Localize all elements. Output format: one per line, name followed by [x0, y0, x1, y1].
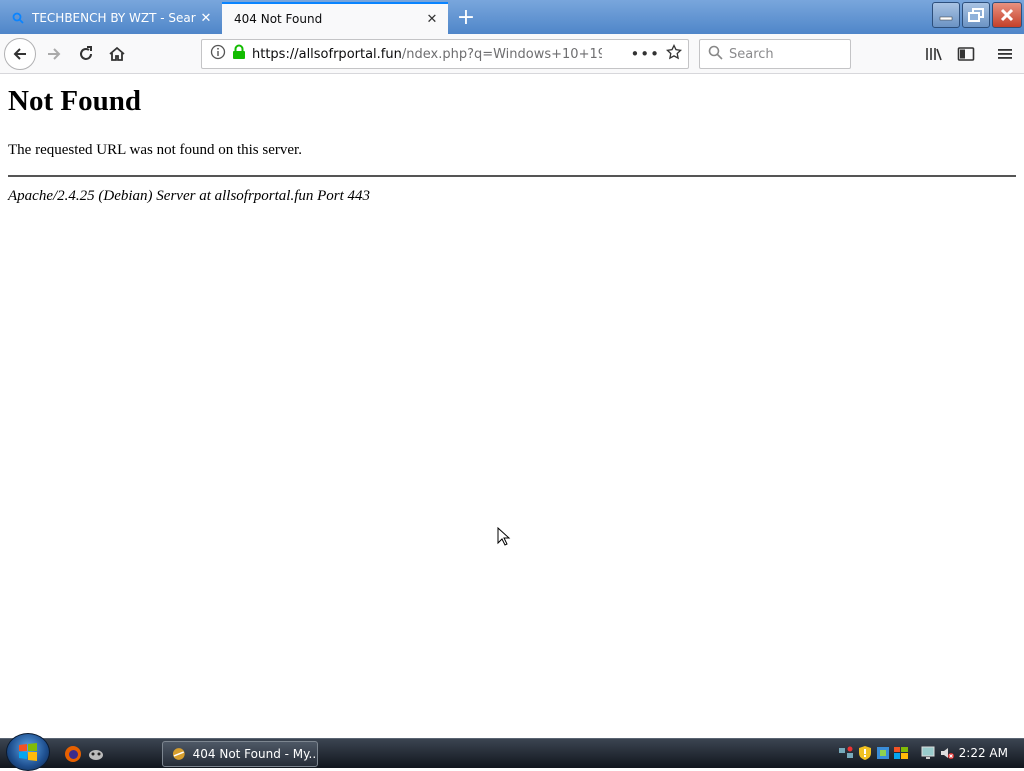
tab-strip: TECHBENCH BY WZT - Search ✕ 404 Not Foun… — [0, 0, 1024, 34]
page-heading: Not Found — [8, 85, 141, 117]
url-text[interactable]: https://allsofrportal.fun/ndex.php?q=Win… — [252, 47, 602, 62]
security-shield-icon[interactable] — [857, 745, 873, 761]
hamburger-menu-icon — [998, 49, 1012, 59]
reload-button[interactable] — [70, 38, 102, 70]
forward-button[interactable] — [38, 38, 70, 70]
arrow-right-icon — [48, 48, 61, 60]
library-button[interactable] — [918, 38, 950, 70]
tab-techbench-search[interactable]: TECHBENCH BY WZT - Search ✕ — [0, 2, 222, 34]
restore-icon — [968, 8, 984, 22]
menu-button[interactable] — [989, 38, 1021, 70]
taskbar-window-button[interactable]: 404 Not Found - My... — [162, 741, 318, 767]
minimize-icon — [939, 16, 953, 21]
taskbar-window-label: 404 Not Found - My... — [192, 747, 317, 761]
tab-404-not-found[interactable]: 404 Not Found ✕ — [222, 2, 448, 34]
minimize-button[interactable] — [932, 2, 960, 28]
divider — [8, 175, 1016, 177]
restore-button[interactable] — [962, 2, 990, 28]
close-window-button[interactable] — [992, 2, 1022, 28]
sidebar-icon — [957, 47, 975, 61]
home-button[interactable] — [101, 38, 133, 70]
error-message: The requested URL was not found on this … — [8, 142, 302, 158]
search-icon — [708, 45, 723, 64]
arrow-left-icon — [13, 48, 26, 60]
window-controls — [932, 2, 1022, 28]
network-monitor-icon[interactable] — [920, 745, 936, 761]
start-button[interactable] — [6, 733, 50, 771]
windows-logo-icon — [19, 743, 37, 761]
lock-icon[interactable] — [232, 44, 246, 64]
page-actions-icon[interactable]: ••• — [630, 45, 660, 63]
tab-title: TECHBENCH BY WZT - Search — [32, 11, 196, 25]
network-tray-icon[interactable] — [838, 745, 854, 761]
info-icon[interactable] — [210, 44, 226, 64]
taskbar: 404 Not Found - My... 2:22 AM — [0, 733, 1024, 771]
url-domain: https://allsofrportal.fun — [252, 46, 402, 62]
reload-icon — [80, 46, 92, 60]
close-tab-icon[interactable]: ✕ — [196, 8, 216, 28]
back-button[interactable] — [4, 38, 36, 70]
mouse-cursor-icon — [497, 526, 511, 551]
url-path: /ndex.php?q=Windows+10+1909 — [401, 46, 602, 62]
navigation-toolbar: https://allsofrportal.fun/ndex.php?q=Win… — [0, 34, 1024, 74]
sidebar-button[interactable] — [950, 38, 982, 70]
close-icon — [1000, 8, 1014, 22]
url-bar[interactable]: https://allsofrportal.fun/ndex.php?q=Win… — [201, 39, 689, 69]
app-quicklaunch-icon[interactable] — [86, 744, 106, 764]
clock[interactable]: 2:22 AM — [959, 746, 1008, 760]
home-icon — [109, 46, 125, 61]
library-icon — [926, 48, 942, 61]
close-tab-icon[interactable]: ✕ — [422, 9, 442, 29]
server-signature: Apache/2.4.25 (Debian) Server at allsofr… — [8, 188, 371, 204]
search-icon — [10, 10, 26, 26]
firefox-quicklaunch-icon[interactable] — [63, 744, 83, 764]
tab-title: 404 Not Found — [234, 12, 323, 26]
update-tray-icon[interactable] — [875, 745, 891, 761]
search-bar[interactable] — [699, 39, 851, 69]
window-app-icon — [172, 748, 185, 760]
windows-flag-tray-icon[interactable] — [893, 745, 909, 761]
volume-muted-icon[interactable] — [939, 745, 955, 761]
new-tab-button[interactable]: + — [452, 4, 480, 30]
page-content: Not Found The requested URL was not foun… — [0, 75, 1024, 738]
search-input[interactable] — [729, 46, 839, 62]
bookmark-star-icon[interactable] — [665, 43, 683, 64]
